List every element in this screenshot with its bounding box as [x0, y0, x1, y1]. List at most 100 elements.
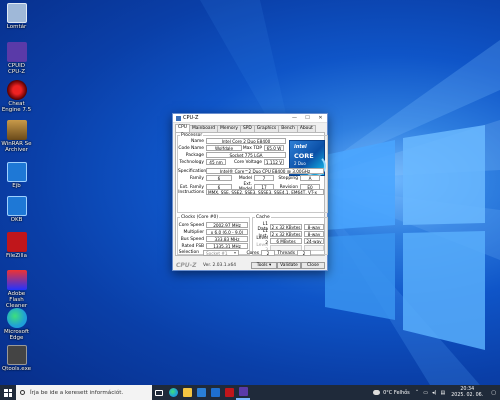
taskbar-edge[interactable]: [166, 385, 180, 400]
clock[interactable]: 20:34 2025. 02. 06.: [451, 387, 483, 399]
corespeed-value: 2002.97 MHz: [206, 222, 248, 228]
desktop-icon-cheat-engine[interactable]: Cheat Engine 7.5: [1, 80, 32, 113]
tools-button[interactable]: Tools ▾: [251, 262, 277, 269]
folder-icon: [182, 388, 192, 397]
windows-logo-wallpaper: [325, 125, 485, 350]
desktop-icon-label: Qtools.exe: [1, 366, 32, 372]
ime-icon[interactable]: ▤: [440, 390, 445, 396]
taskbar-filezilla[interactable]: [222, 385, 236, 400]
instructions-label: Instructions: [178, 189, 204, 195]
corevoltage-label: Core Voltage: [233, 159, 262, 165]
weather-text[interactable]: 0°C Felhős: [383, 390, 410, 396]
ratedfsb-label: Rated FSB: [181, 243, 205, 249]
tab-cpu[interactable]: CPU: [175, 124, 190, 132]
desktop-icon-label: OKB: [10, 217, 23, 223]
corevoltage-value: 1.112 V: [264, 159, 284, 165]
window-title: CPU-Z: [183, 115, 199, 121]
volume-icon[interactable]: ◂): [432, 390, 436, 396]
taskbar-mail[interactable]: [208, 385, 222, 400]
task-view-icon: [155, 389, 163, 396]
instructions-value: MMX, SSE, SSE2, SSE3, SSSE3, SSE4.1, EM6…: [206, 189, 324, 195]
title-bar[interactable]: CPU-Z — ☐ ✕: [173, 114, 327, 123]
network-icon[interactable]: ▭: [423, 390, 428, 396]
selection-row: Selection Socket #1 ▾ Cores 2 Threads 2: [175, 249, 325, 259]
tab-bench[interactable]: Bench: [278, 125, 298, 132]
multiplier-label: Multiplier: [183, 229, 204, 235]
threads-value: 2: [297, 250, 311, 256]
busspeed-value: 333.83 MHz: [206, 236, 248, 242]
desktop-icon-label: Ejb: [12, 183, 21, 189]
qtools-icon: [6, 345, 27, 365]
taskbar: Írja be ide a keresett információt. 0°C …: [0, 385, 500, 400]
desktop-icon-label: FileZilla: [6, 253, 27, 259]
desktop-icon-label: Adobe Flash Cleaner: [5, 291, 28, 309]
desktop-icon-folder-1[interactable]: Ejb: [1, 162, 32, 189]
clock-time: 20:34: [460, 386, 475, 392]
desktop-icon-label: WinRAR Se Archiver: [1, 141, 32, 153]
selection-label: Selection: [178, 250, 199, 255]
maxtdp-label: Max TDP: [242, 145, 262, 151]
store-icon: [196, 388, 206, 397]
close-window-button[interactable]: ✕: [314, 115, 327, 121]
cpuz-brand: CPU-Z: [176, 262, 197, 269]
taskbar-cpuz[interactable]: [236, 385, 250, 400]
tab-bar: CPU Mainboard Memory SPD Graphics Bench …: [173, 123, 327, 132]
multiplier-value: x 6.0 (6.0 - 9.0): [206, 229, 248, 235]
maximize-button[interactable]: ☐: [301, 115, 314, 121]
desktop-icon-folder-2[interactable]: OKB: [1, 196, 32, 223]
codename-value: Wolfdale: [206, 145, 242, 151]
desktop-icon-label: Microsoft Edge: [3, 329, 30, 341]
desktop-icon-label: CPUID CPU-Z: [7, 63, 26, 75]
taskbar-file-explorer[interactable]: [180, 385, 194, 400]
desktop-icon-winrar[interactable]: WinRAR Se Archiver: [1, 120, 32, 153]
taskbar-search-box[interactable]: Írja be ide a keresett információt.: [16, 385, 152, 400]
edge-icon: [6, 308, 27, 328]
desktop-icon-flash-cleaner[interactable]: Adobe Flash Cleaner: [1, 270, 32, 309]
name-value: Intel Core 2 Duo E8400: [206, 138, 286, 144]
desktop-icon-qtools[interactable]: Qtools.exe: [1, 345, 32, 372]
tab-about[interactable]: About: [296, 125, 316, 132]
flash-cleaner-icon: [6, 270, 27, 290]
intel-brand-text: intel: [294, 144, 307, 150]
package-label: Package: [185, 152, 204, 158]
task-view-button[interactable]: [152, 385, 166, 400]
cpuz-app-icon: [6, 42, 27, 62]
system-tray: 0°C Felhős ˄ ▭ ◂) ▤ 20:34 2025. 02. 06. …: [373, 385, 500, 400]
tab-graphics[interactable]: Graphics: [253, 125, 280, 132]
windows-start-icon: [4, 388, 12, 397]
edge-icon: [168, 388, 178, 397]
cpuz-window: CPU-Z — ☐ ✕ CPU Mainboard Memory SPD Gra…: [172, 113, 328, 271]
chevron-down-icon: ▾: [234, 250, 237, 255]
notification-icon[interactable]: ▢: [491, 390, 496, 396]
chevron-down-icon: ▾: [269, 263, 272, 268]
winrar-icon: [6, 120, 27, 140]
weather-icon[interactable]: [373, 390, 381, 395]
cores-value: 2: [261, 250, 275, 256]
desktop-icon-recycle-bin[interactable]: Lomtár: [1, 3, 32, 30]
technology-value: 45 nm: [206, 159, 226, 165]
spec-value: Intel® Core™2 Duo CPU E8400 @ 3.00GHz: [206, 168, 324, 174]
spec-label: Specification: [178, 168, 207, 174]
threads-label: Threads: [277, 250, 295, 256]
minimize-button[interactable]: —: [288, 115, 301, 121]
cpuz-title-icon: [176, 115, 181, 121]
technology-label: Technology: [179, 159, 204, 165]
desktop-icon-filezilla[interactable]: FileZilla: [1, 232, 32, 259]
search-placeholder: Írja be ide a keresett információt.: [30, 389, 124, 396]
taskbar-store[interactable]: [194, 385, 208, 400]
name-label: Name: [191, 138, 204, 144]
tab-spd[interactable]: SPD: [239, 125, 255, 132]
chevron-up-icon[interactable]: ˄: [416, 390, 419, 396]
validate-button[interactable]: Validate: [277, 262, 301, 269]
start-button[interactable]: [0, 385, 16, 400]
tab-memory[interactable]: Memory: [217, 125, 241, 132]
family-label: Family: [189, 175, 204, 181]
close-button[interactable]: Close: [301, 262, 325, 269]
tab-mainboard[interactable]: Mainboard: [188, 125, 219, 132]
desktop-icon-edge[interactable]: Microsoft Edge: [1, 308, 32, 341]
tools-button-label: Tools: [256, 263, 268, 268]
codename-label: Code Name: [178, 145, 204, 151]
cpuz-app-icon: [238, 387, 248, 396]
desktop-icon-cpuz[interactable]: CPUID CPU-Z: [1, 42, 32, 75]
corespeed-label: Core Speed: [178, 222, 204, 228]
